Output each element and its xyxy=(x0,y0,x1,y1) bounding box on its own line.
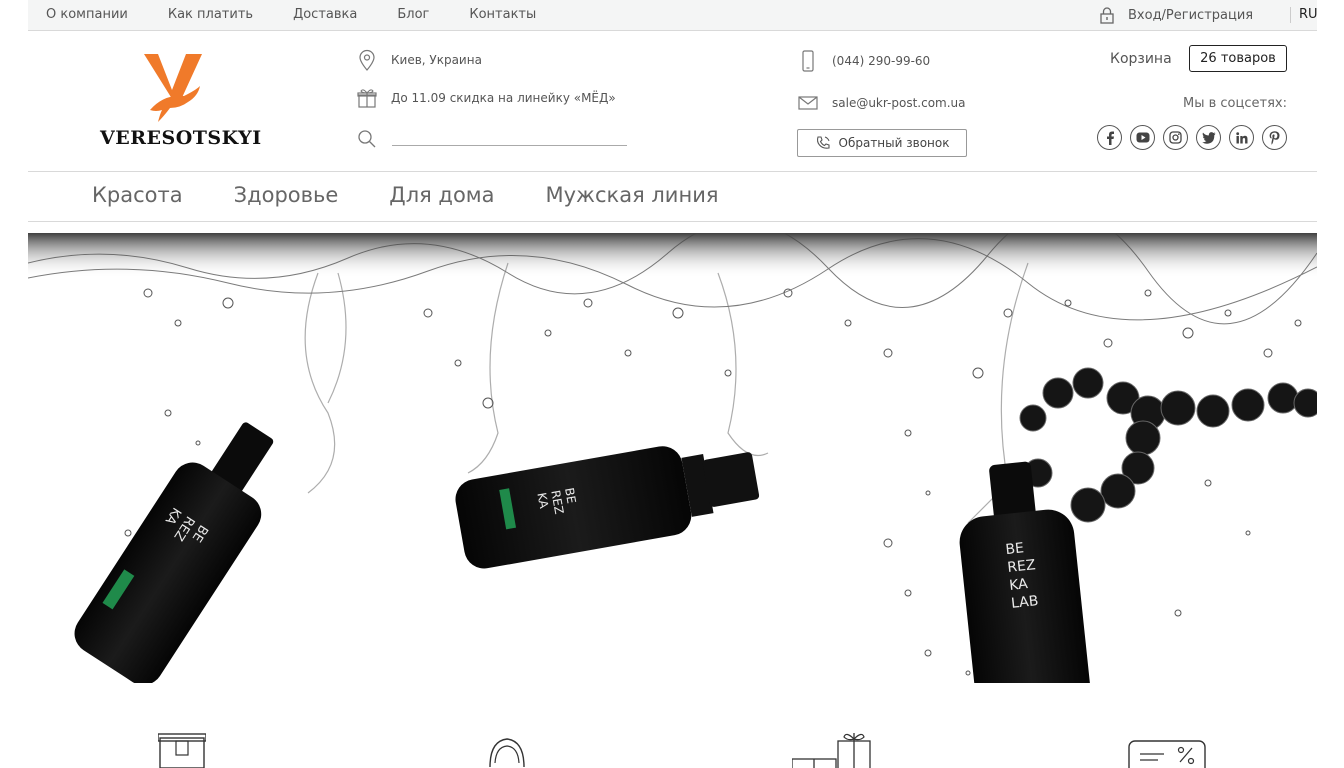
youtube-icon[interactable] xyxy=(1130,125,1155,150)
callback-button[interactable]: Обратный звонок xyxy=(797,129,967,157)
search-row xyxy=(356,128,391,150)
promo-row[interactable]: До 11.09 скидка на линейку «МЁД» xyxy=(356,87,616,109)
linkedin-icon[interactable] xyxy=(1229,125,1254,150)
main-navigation: Красота Здоровье Для дома Мужская линия xyxy=(92,183,769,207)
envelope-icon xyxy=(797,92,819,114)
box-icon xyxy=(157,733,207,768)
lock-icon xyxy=(1100,7,1114,24)
phone-row[interactable]: (044) 290-99-60 xyxy=(797,50,930,72)
nav-divider-top xyxy=(28,171,1317,172)
gift-icon xyxy=(356,87,378,109)
bottle-3-brand-line-4: LAB xyxy=(1010,593,1039,612)
bottle-3-brand-line-1: BE xyxy=(1005,540,1025,558)
top-link-contacts[interactable]: Контакты xyxy=(469,7,536,22)
discount-card-icon xyxy=(1128,740,1206,768)
top-bar: О компании Как платить Доставка Блог Кон… xyxy=(28,0,1318,31)
twitter-icon[interactable] xyxy=(1196,125,1221,150)
bottle-2-brand-line-3: KA xyxy=(534,491,551,510)
email-address: sale@ukr-post.com.ua xyxy=(832,96,966,110)
login-link[interactable]: Вход/Регистрация xyxy=(1098,6,1253,24)
phone-call-icon xyxy=(816,136,830,149)
top-link-delivery[interactable]: Доставка xyxy=(293,7,357,22)
social-label: Мы в соцсетях: xyxy=(1183,96,1287,111)
bird-logo-icon xyxy=(144,54,202,122)
support-operator-icon xyxy=(484,733,530,768)
pinterest-icon[interactable] xyxy=(1262,125,1287,150)
nav-item-home[interactable]: Для дома xyxy=(389,183,494,207)
instagram-icon[interactable] xyxy=(1163,125,1188,150)
gift-boxes-icon xyxy=(791,733,872,768)
location-row: Киев, Украина xyxy=(356,49,482,71)
top-link-payment[interactable]: Как платить xyxy=(168,7,253,22)
cart-label: Корзина xyxy=(1110,51,1172,67)
hero-image: BE REZ KA BE REZ KA BE REZ KA LAB xyxy=(28,233,1317,683)
social-links xyxy=(1097,125,1295,150)
hero-banner[interactable]: BE REZ KA BE REZ KA BE REZ KA LAB xyxy=(28,233,1317,683)
phone-icon xyxy=(797,50,819,72)
search-icon[interactable] xyxy=(356,128,378,150)
nav-item-beauty[interactable]: Красота xyxy=(92,183,183,207)
location-text: Киев, Украина xyxy=(391,53,482,67)
promo-text: До 11.09 скидка на линейку «МЁД» xyxy=(391,91,616,105)
cart-button[interactable]: 26 товаров xyxy=(1189,45,1287,72)
bottle-3-brand-line-3: KA xyxy=(1008,576,1029,594)
login-label: Вход/Регистрация xyxy=(1128,7,1254,23)
top-link-blog[interactable]: Блог xyxy=(397,7,429,22)
logo-text: VERESOTSKYI xyxy=(100,127,262,149)
callback-label: Обратный звонок xyxy=(838,136,950,150)
nav-divider-bottom xyxy=(28,221,1317,222)
phone-number: (044) 290-99-60 xyxy=(832,54,931,68)
email-row[interactable]: sale@ukr-post.com.ua xyxy=(797,92,966,114)
nav-item-health[interactable]: Здоровье xyxy=(234,183,339,207)
bottle-3-brand-line-2: REZ xyxy=(1007,557,1037,576)
location-pin-icon xyxy=(356,49,378,71)
brand-logo[interactable]: VERESOTSKYI xyxy=(100,50,262,150)
language-switch[interactable]: RU xyxy=(1299,7,1318,22)
search-input[interactable] xyxy=(392,145,627,146)
lang-divider xyxy=(1290,7,1291,23)
top-link-about[interactable]: О компании xyxy=(46,7,128,22)
top-navigation: О компании Как платить Доставка Блог Кон… xyxy=(46,7,576,22)
facebook-icon[interactable] xyxy=(1097,125,1122,150)
nav-item-mens-line[interactable]: Мужская линия xyxy=(546,183,719,207)
